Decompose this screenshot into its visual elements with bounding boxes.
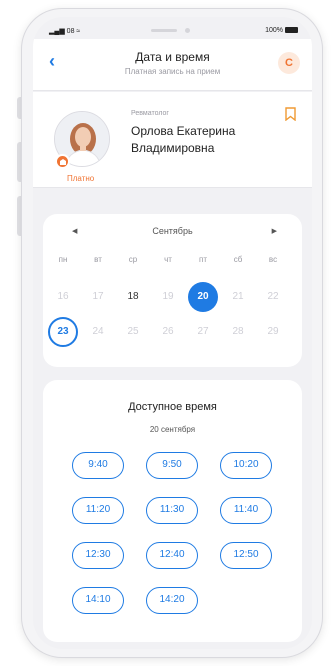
time-slot-button[interactable]: 9:50 [146, 452, 198, 479]
calendar-header: ◀ Сентябрь ▶ [43, 225, 302, 239]
speaker-grill [151, 29, 177, 32]
next-month-icon[interactable]: ▶ [272, 227, 277, 235]
calendar-day: 16 [57, 291, 69, 302]
weekday-label: вс [268, 255, 278, 264]
calendar-day[interactable]: 20 [188, 282, 218, 312]
time-slot-button[interactable]: 12:40 [146, 542, 198, 569]
battery-icon [285, 27, 298, 34]
calendar-day: 17 [92, 291, 104, 302]
calendar-day: 26 [162, 326, 174, 337]
times-title: Доступное время [128, 401, 217, 413]
available-times-panel: Доступное время 20 сентября 9:40 9:50 10:2… [43, 380, 302, 642]
page-title: Дата и время [135, 50, 210, 64]
time-slot-button[interactable]: 12:30 [72, 542, 124, 569]
status-bar: ▂▄▆ 08 ≈ 100% [33, 25, 312, 39]
time-slot-button[interactable]: 11:40 [220, 497, 272, 524]
weekday-label: ср [128, 255, 138, 264]
weekday-label: чт [164, 255, 172, 264]
time-slot-button[interactable]: 14:20 [146, 587, 198, 614]
calendar-day: 27 [197, 326, 209, 337]
weekday-label: вт [94, 255, 102, 264]
doctor-specialty: Ревматолог [131, 110, 169, 117]
time-slot-button[interactable]: 11:30 [146, 497, 198, 524]
time-slot-button[interactable]: 11:20 [72, 497, 124, 524]
time-slot-button[interactable]: 14:10 [72, 587, 124, 614]
doctor-name: Орлова Екатерина Владимировна [131, 124, 236, 155]
calendar-day: 29 [267, 326, 279, 337]
carrier-signal: ▂▄▆ 08 ≈ [49, 28, 81, 35]
time-slot-button[interactable]: 12:50 [220, 542, 272, 569]
calendar-day[interactable]: 23 [48, 317, 78, 347]
calendar-month: Сентябрь [152, 226, 193, 236]
calendar-day: 28 [232, 326, 244, 337]
app-header: ‹ Дата и время Платная запись на прием С [33, 39, 312, 91]
weekday-label: пн [58, 255, 68, 264]
calendar-day: 21 [232, 291, 244, 302]
doctor-card: Платно Ревматолог Орлова Екатерина Влади… [33, 92, 312, 188]
user-badge[interactable]: С [278, 52, 300, 74]
calendar-day[interactable]: 18 [118, 282, 148, 312]
weekday-label: пт [199, 255, 207, 264]
weekday-label: сб [233, 255, 243, 264]
battery-indicator: 100% [265, 27, 298, 34]
times-date: 20 сентября [149, 425, 196, 434]
page-subtitle: Платная запись на прием [124, 67, 221, 76]
paid-icon [55, 154, 70, 169]
app-screen: ▂▄▆ 08 ≈ 100% ‹ Дата и время Платная зап… [33, 17, 312, 649]
calendar-day: 19 [162, 291, 174, 302]
calendar-day: 24 [92, 326, 104, 337]
front-camera [185, 28, 190, 33]
time-slot-button[interactable]: 10:20 [220, 452, 272, 479]
calendar-day: 25 [127, 326, 139, 337]
calendar-day: 22 [267, 291, 279, 302]
calendar: ◀ Сентябрь ▶ пн вт ср чт пт сб вс 16 17 18… [43, 214, 302, 367]
time-slot-button[interactable]: 9:40 [72, 452, 124, 479]
bookmark-icon[interactable] [285, 107, 296, 126]
paid-label: Платно [67, 174, 95, 183]
